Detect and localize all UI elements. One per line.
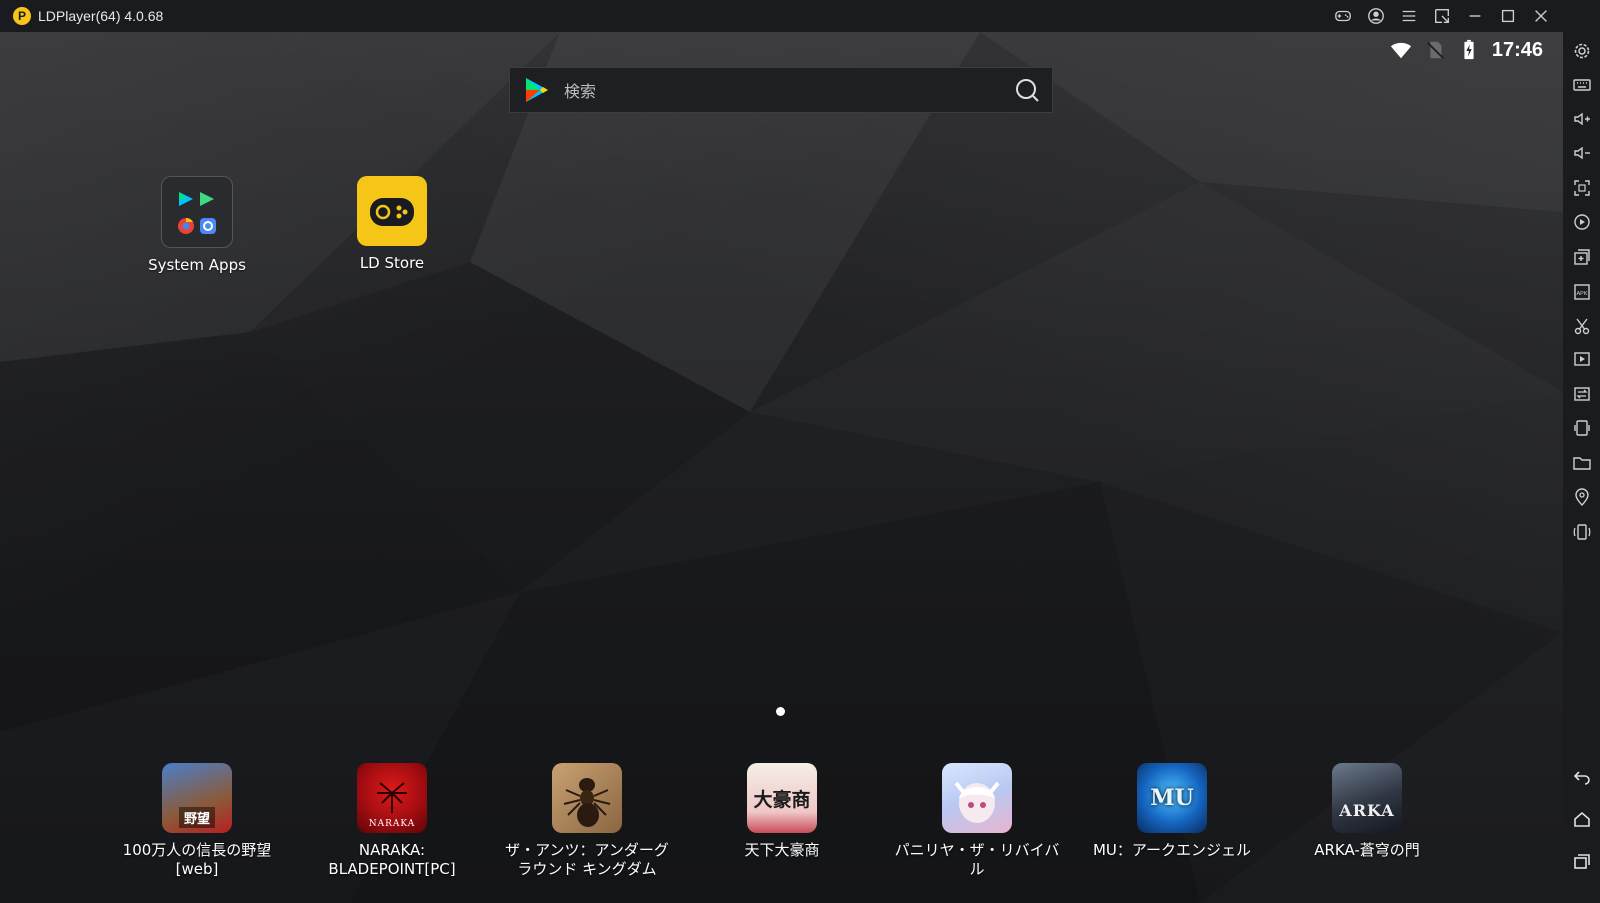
naraka-icon: NARAKA [357, 763, 427, 833]
app-label: ザ・アンツ：アンダーグ ラウンド キングダム [505, 841, 669, 878]
mu-archangel-icon: MU [1137, 763, 1207, 833]
app-label: 天下大豪商 [744, 841, 820, 859]
account-icon[interactable] [1359, 0, 1392, 32]
search-placeholder: 検索 [564, 82, 597, 101]
app-label: 100万人の信長の野望 [web] [122, 841, 272, 878]
system-apps-folder-icon [161, 176, 233, 248]
operation-record-icon[interactable] [1569, 415, 1595, 441]
folder-icon[interactable] [1569, 450, 1595, 476]
app-label: LD Store [359, 254, 425, 272]
no-sim-icon [1426, 41, 1444, 59]
app-label: ARKA-蒼穹の門 [1314, 841, 1420, 859]
video-icon[interactable] [1569, 346, 1595, 372]
tenka-daigosho-icon: 大豪商 [747, 763, 817, 833]
app-label: MU：アークエンジェル [1092, 841, 1252, 859]
location-icon[interactable] [1569, 484, 1595, 510]
app-system-apps[interactable]: System Apps [107, 176, 287, 275]
app-tenka-daigosho[interactable]: 大豪商 天下大豪商 [692, 763, 872, 860]
app-vanilla-revival[interactable]: パニリヤ・ザ・リバイバル [887, 763, 1067, 879]
app-arka[interactable]: ARKA ARKA-蒼穹の門 [1277, 763, 1457, 860]
keyboard-icon[interactable] [1569, 72, 1595, 98]
app-the-ants[interactable]: ザ・アンツ：アンダーグ ラウンド キングダム [497, 763, 677, 879]
back-icon[interactable] [1569, 764, 1595, 790]
play-store-icon [526, 78, 548, 102]
app-label: パニリヤ・ザ・リバイバル [894, 841, 1060, 878]
svg-text:NARAKA: NARAKA [369, 819, 416, 829]
svg-text:APK: APK [1576, 291, 1587, 297]
ldplayer-logo-icon: P [13, 7, 31, 25]
page-indicator-dot [776, 707, 785, 716]
maximize-icon[interactable] [1491, 0, 1524, 32]
nobunaga-icon: 野望 [162, 763, 232, 833]
app-ld-store[interactable]: LD Store [302, 176, 482, 273]
window-title: LDPlayer(64) 4.0.68 [38, 8, 164, 24]
ld-store-icon [357, 176, 427, 246]
clock: 17:46 [1491, 38, 1543, 61]
arka-icon: ARKA [1332, 763, 1402, 833]
android-home-screen: 17:46 検索 System Apps LD Store 野望 100万人の信… [0, 32, 1563, 903]
record-icon[interactable] [1569, 209, 1595, 235]
volume-up-icon[interactable] [1569, 106, 1595, 132]
volume-down-icon[interactable] [1569, 140, 1595, 166]
shake-icon[interactable] [1569, 519, 1595, 545]
home-icon[interactable] [1569, 806, 1595, 832]
gamepad-icon[interactable] [1326, 0, 1359, 32]
screenshot-icon[interactable] [1569, 175, 1595, 201]
status-bar: 17:46 [1390, 36, 1543, 64]
wifi-icon [1390, 42, 1411, 59]
scissors-icon[interactable] [1569, 313, 1595, 339]
minimize-icon[interactable] [1458, 0, 1491, 32]
recent-apps-icon[interactable] [1569, 848, 1595, 874]
app-mu-archangel[interactable]: MU MU：アークエンジェル [1082, 763, 1262, 860]
title-bar-controls [1326, 0, 1590, 32]
search-icon[interactable] [1014, 77, 1040, 103]
battery-charging-icon [1464, 39, 1474, 60]
app-label: System Apps [148, 256, 246, 274]
title-bar: P LDPlayer(64) 4.0.68 [0, 0, 1600, 32]
right-toolbar: APK [1563, 0, 1600, 903]
search-bar[interactable]: 検索 [509, 67, 1053, 113]
vanilla-icon [942, 763, 1012, 833]
mini-mode-icon[interactable] [1425, 0, 1458, 32]
settings-gear-icon[interactable] [1569, 38, 1595, 64]
apk-install-icon[interactable]: APK [1569, 279, 1595, 305]
app-naraka[interactable]: NARAKA NARAKA: BLADEPOINT[PC] [302, 763, 482, 879]
menu-icon[interactable] [1392, 0, 1425, 32]
sync-icon[interactable] [1569, 381, 1595, 407]
ants-icon [552, 763, 622, 833]
app-label: NARAKA: BLADEPOINT[PC] [328, 841, 456, 878]
close-icon[interactable] [1524, 0, 1557, 32]
add-window-icon[interactable] [1569, 244, 1595, 270]
app-nobunaga[interactable]: 野望 100万人の信長の野望 [web] [107, 763, 287, 879]
